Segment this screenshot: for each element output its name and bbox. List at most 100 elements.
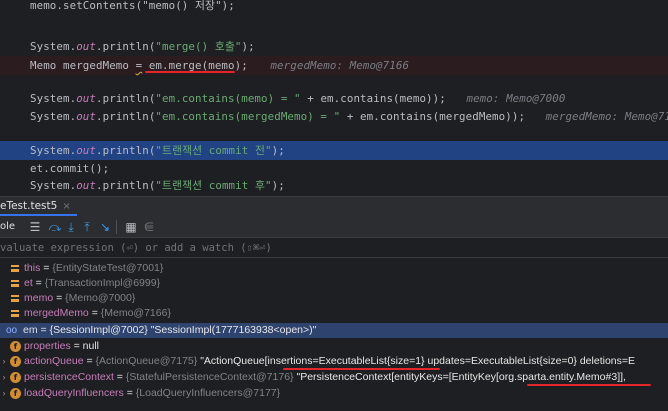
variable-row[interactable]: memo = {Memo@7000}: [0, 291, 668, 306]
variable-type: {ActionQueue@7175}: [95, 355, 198, 367]
code-line-after-commit[interactable]: System.out.println("트랜잭션 commit 후");: [0, 176, 668, 195]
inline-value-hint: mergedMemo: Memo@7166: [545, 110, 668, 123]
variable-text: memo = {Memo@7000}: [24, 292, 136, 304]
variable-name: persistenceContext: [24, 371, 114, 383]
step-out-icon[interactable]: ⤒: [80, 219, 94, 235]
code-text: System.: [30, 92, 77, 105]
console-tab-label[interactable]: ole: [0, 219, 15, 235]
variable-row[interactable]: mergedMemo = {Memo@7166}: [0, 306, 668, 321]
code-field: out: [76, 144, 97, 157]
variable-text: properties = null: [24, 340, 100, 352]
evaluate-expression-input[interactable]: valuate expression (⏎) or add a watch (⇧…: [0, 238, 668, 258]
code-text: + em.contains(memo));: [300, 92, 446, 105]
code-field: out: [76, 92, 97, 105]
inline-value-hint: mergedMemo: Memo@7166: [270, 59, 410, 72]
step-into-icon[interactable]: ⤓: [64, 219, 78, 235]
code-line-contains-memo[interactable]: System.out.println("em.contains(memo) = …: [0, 89, 668, 108]
variable-text: loadQueryInfluencers = {LoadQueryInfluen…: [24, 387, 281, 399]
variable-name: properties: [24, 340, 71, 352]
code-text: Memo mergedMemo: [30, 59, 136, 72]
code-text: );: [271, 179, 285, 192]
variables-panel: this = {EntityStateTest@7001} et = {Tran…: [0, 258, 668, 411]
table-icon[interactable]: ▦: [124, 219, 138, 235]
variable-value: {SessionImpl@7002} "SessionImpl(17771639…: [49, 324, 317, 336]
run-to-cursor-icon[interactable]: ↘: [98, 219, 112, 235]
code-line-merge-print[interactable]: System.out.println("merge() 호출");: [0, 37, 668, 56]
code-text: );: [271, 144, 285, 157]
chevron-right-icon[interactable]: ›: [0, 370, 8, 385]
chevron-right-icon[interactable]: ›: [0, 354, 8, 369]
tab-test-run[interactable]: eTest.test5 ×: [0, 197, 77, 216]
variable-row[interactable]: f properties = null: [0, 339, 668, 354]
reference-icon: oo: [6, 325, 18, 336]
field-icon: f: [10, 356, 21, 367]
field-icon: f: [10, 372, 21, 383]
code-text: .println(: [96, 92, 156, 105]
annotation-underline: [145, 71, 235, 73]
variable-name: mergedMemo: [24, 307, 89, 319]
code-text: System.: [30, 179, 77, 192]
field-icon: f: [10, 341, 21, 352]
code-line-current[interactable]: System.out.println("트랜잭션 commit 전");: [0, 141, 668, 160]
variable-name: memo: [24, 292, 54, 304]
code-text: System.: [30, 110, 77, 123]
code-line-merge-call[interactable]: Memo mergedMemo = em.merge(memo); merged…: [0, 56, 668, 75]
list-icon: [11, 265, 19, 272]
list-icon: [11, 280, 19, 287]
variable-name: this: [24, 262, 41, 274]
code-text: .println(: [96, 40, 156, 53]
variable-name: loadQueryInfluencers: [24, 387, 124, 399]
variable-text: mergedMemo = {Memo@7166}: [24, 307, 171, 319]
field-icon: f: [10, 388, 21, 399]
variable-text: actionQueue = {ActionQueue@7175} "Action…: [24, 355, 636, 367]
code-field: out: [76, 40, 97, 53]
stream-icon[interactable]: ⋹: [142, 219, 156, 235]
code-text: + em.contains(mergedMemo));: [340, 110, 526, 123]
chevron-right-icon[interactable]: ›: [0, 386, 8, 401]
variable-row[interactable]: this = {EntityStateTest@7001}: [0, 261, 668, 276]
variable-row[interactable]: et = {TransactionImpl@6999}: [0, 276, 668, 291]
tab-label: eTest.test5: [0, 200, 58, 212]
variable-type: {LoadQueryInfluencers@7177}: [135, 387, 281, 399]
step-over-icon[interactable]: ⤼: [48, 219, 62, 235]
code-line-contains-merged[interactable]: System.out.println("em.contains(mergedMe…: [0, 107, 668, 126]
variable-name: et: [24, 277, 33, 289]
code-field: out: [76, 179, 97, 192]
code-text: .println(: [96, 144, 156, 157]
variable-row-selected[interactable]: oo em = {SessionImpl@7002} "SessionImpl(…: [0, 323, 668, 338]
variable-value: null: [82, 340, 100, 352]
variable-row[interactable]: › f persistenceContext = {StatefulPersis…: [0, 370, 668, 385]
code-text: System.: [30, 40, 77, 53]
code-editor[interactable]: memo.setContents("memo() 저장"); System.ou…: [0, 0, 668, 196]
variable-value: {Memo@7000}: [65, 292, 136, 304]
code-string: "트랜잭션 commit 전": [155, 144, 272, 157]
variable-value: "ActionQueue[insertions=ExecutableList{s…: [200, 355, 636, 367]
list-icon: [11, 295, 19, 302]
code-text: .println(: [96, 110, 156, 123]
variable-value: "PersistenceContext[entityKeys=[EntityKe…: [296, 371, 626, 383]
code-text: .println(: [96, 179, 156, 192]
code-text: et.commit();: [30, 162, 110, 175]
variable-name: em: [23, 324, 38, 336]
close-icon[interactable]: ×: [62, 201, 70, 212]
variable-text: this = {EntityStateTest@7001}: [24, 262, 164, 274]
inline-value-hint: memo: Memo@7000: [466, 92, 566, 105]
list-icon: [11, 310, 19, 317]
variable-value: {Memo@7166}: [100, 307, 171, 319]
variable-value: {TransactionImpl@6999}: [44, 277, 161, 289]
menu-icon[interactable]: ☰: [28, 219, 42, 235]
variable-row[interactable]: › f loadQueryInfluencers = {LoadQueryInf…: [0, 386, 668, 401]
debug-toolbar: ole ☰ ⤼ ⤓ ⤒ ↘ ▦ ⋹: [0, 216, 668, 238]
code-string: "트랜잭션 commit 후": [155, 179, 272, 192]
variable-type: {StatefulPersistenceContext@7176}: [125, 371, 294, 383]
evaluate-placeholder: valuate expression (⏎) or add a watch (⇧…: [0, 242, 272, 254]
code-line-partial[interactable]: memo.setContents("memo() 저장");: [0, 0, 668, 15]
variable-text: em = {SessionImpl@7002} "SessionImpl(177…: [23, 324, 317, 336]
toolbar-divider: [116, 220, 117, 234]
variable-value: {EntityStateTest@7001}: [52, 262, 164, 274]
variable-row[interactable]: › f actionQueue = {ActionQueue@7175} "Ac…: [0, 354, 668, 369]
variable-name: actionQueue: [24, 355, 84, 367]
variable-text: et = {TransactionImpl@6999}: [24, 277, 161, 289]
debug-tab-bar: eTest.test5 ×: [0, 196, 668, 216]
code-string: "merge() 호출": [155, 40, 242, 53]
